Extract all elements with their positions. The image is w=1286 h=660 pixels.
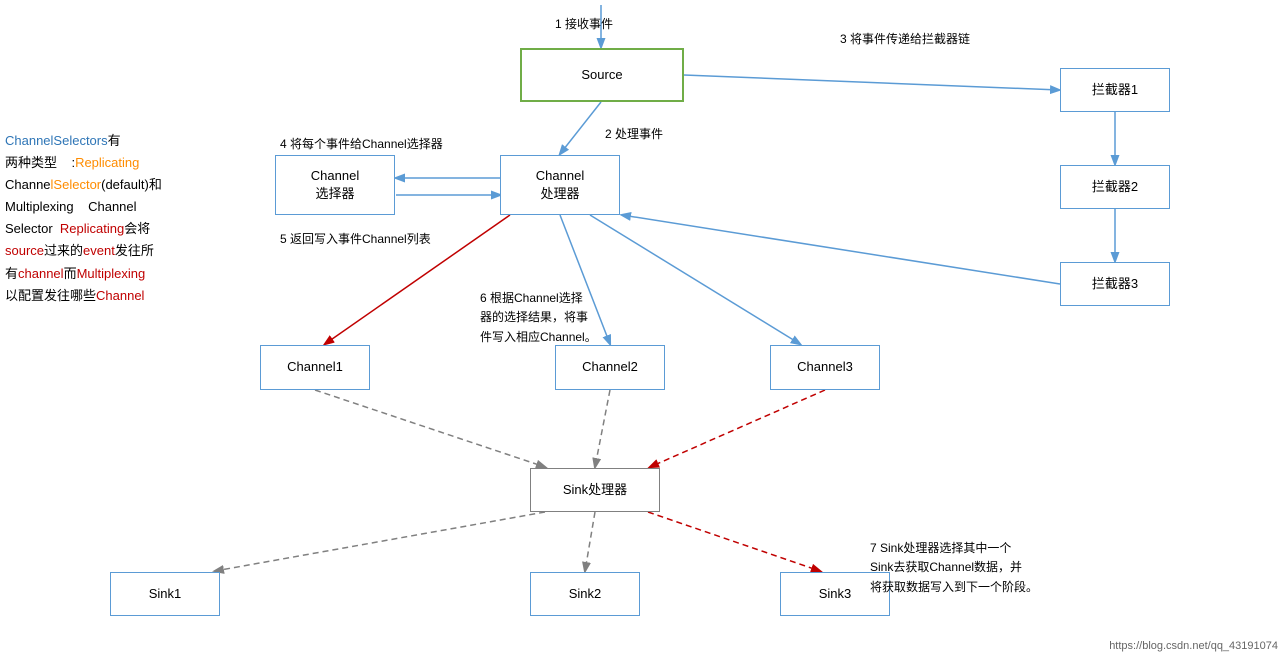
label-event1: 1 接收事件 — [555, 15, 613, 32]
channel1-label: Channel1 — [287, 358, 343, 376]
interceptor1-box: 拦截器1 — [1060, 68, 1170, 112]
channel3-box: Channel3 — [770, 345, 880, 390]
interceptor2-box: 拦截器2 — [1060, 165, 1170, 209]
label-event4: 4 将每个事件给Channel选择器 — [280, 135, 443, 152]
sidebar-text: ChannelSelectors有 两种类型 :Replicating Chan… — [5, 130, 260, 307]
interceptor3-box: 拦截器3 — [1060, 262, 1170, 306]
label-event3: 3 将事件传递给拦截器链 — [840, 30, 970, 47]
channel-selector-box: Channel 选择器 — [275, 155, 395, 215]
source-box: Source — [520, 48, 684, 102]
sink3-label: Sink3 — [819, 585, 852, 603]
channel1-box: Channel1 — [260, 345, 370, 390]
interceptor1-label: 拦截器1 — [1092, 81, 1138, 99]
label-event5: 5 返回写入事件Channel列表 — [280, 230, 431, 247]
sink-processor-label: Sink处理器 — [563, 481, 627, 499]
channel-processor-label: Channel 处理器 — [536, 167, 584, 203]
interceptor3-label: 拦截器3 — [1092, 275, 1138, 293]
channel-processor-box: Channel 处理器 — [500, 155, 620, 215]
label-event7: 7 Sink处理器选择其中一个Sink去获取Channel数据，并将获取数据写入… — [870, 520, 1038, 597]
source-label: Source — [581, 66, 622, 84]
channel2-box: Channel2 — [555, 345, 665, 390]
sink2-label: Sink2 — [569, 585, 602, 603]
label-event2: 2 处理事件 — [605, 125, 663, 142]
sink1-label: Sink1 — [149, 585, 182, 603]
label-event6: 6 根据Channel选择器的选择结果，将事件写入相应Channel。 — [480, 270, 597, 347]
channel-selector-label: Channel 选择器 — [311, 167, 359, 203]
watermark: https://blog.csdn.net/qq_43191074 — [1109, 640, 1278, 652]
channel3-label: Channel3 — [797, 358, 853, 376]
interceptor2-label: 拦截器2 — [1092, 178, 1138, 196]
sidebar-line1: ChannelSelectors — [5, 133, 108, 148]
channel2-label: Channel2 — [582, 358, 638, 376]
sink1-box: Sink1 — [110, 572, 220, 616]
sink2-box: Sink2 — [530, 572, 640, 616]
diagram-container: Source Channel 选择器 Channel 处理器 Channel1 … — [0, 0, 1286, 660]
sink-processor-box: Sink处理器 — [530, 468, 660, 512]
